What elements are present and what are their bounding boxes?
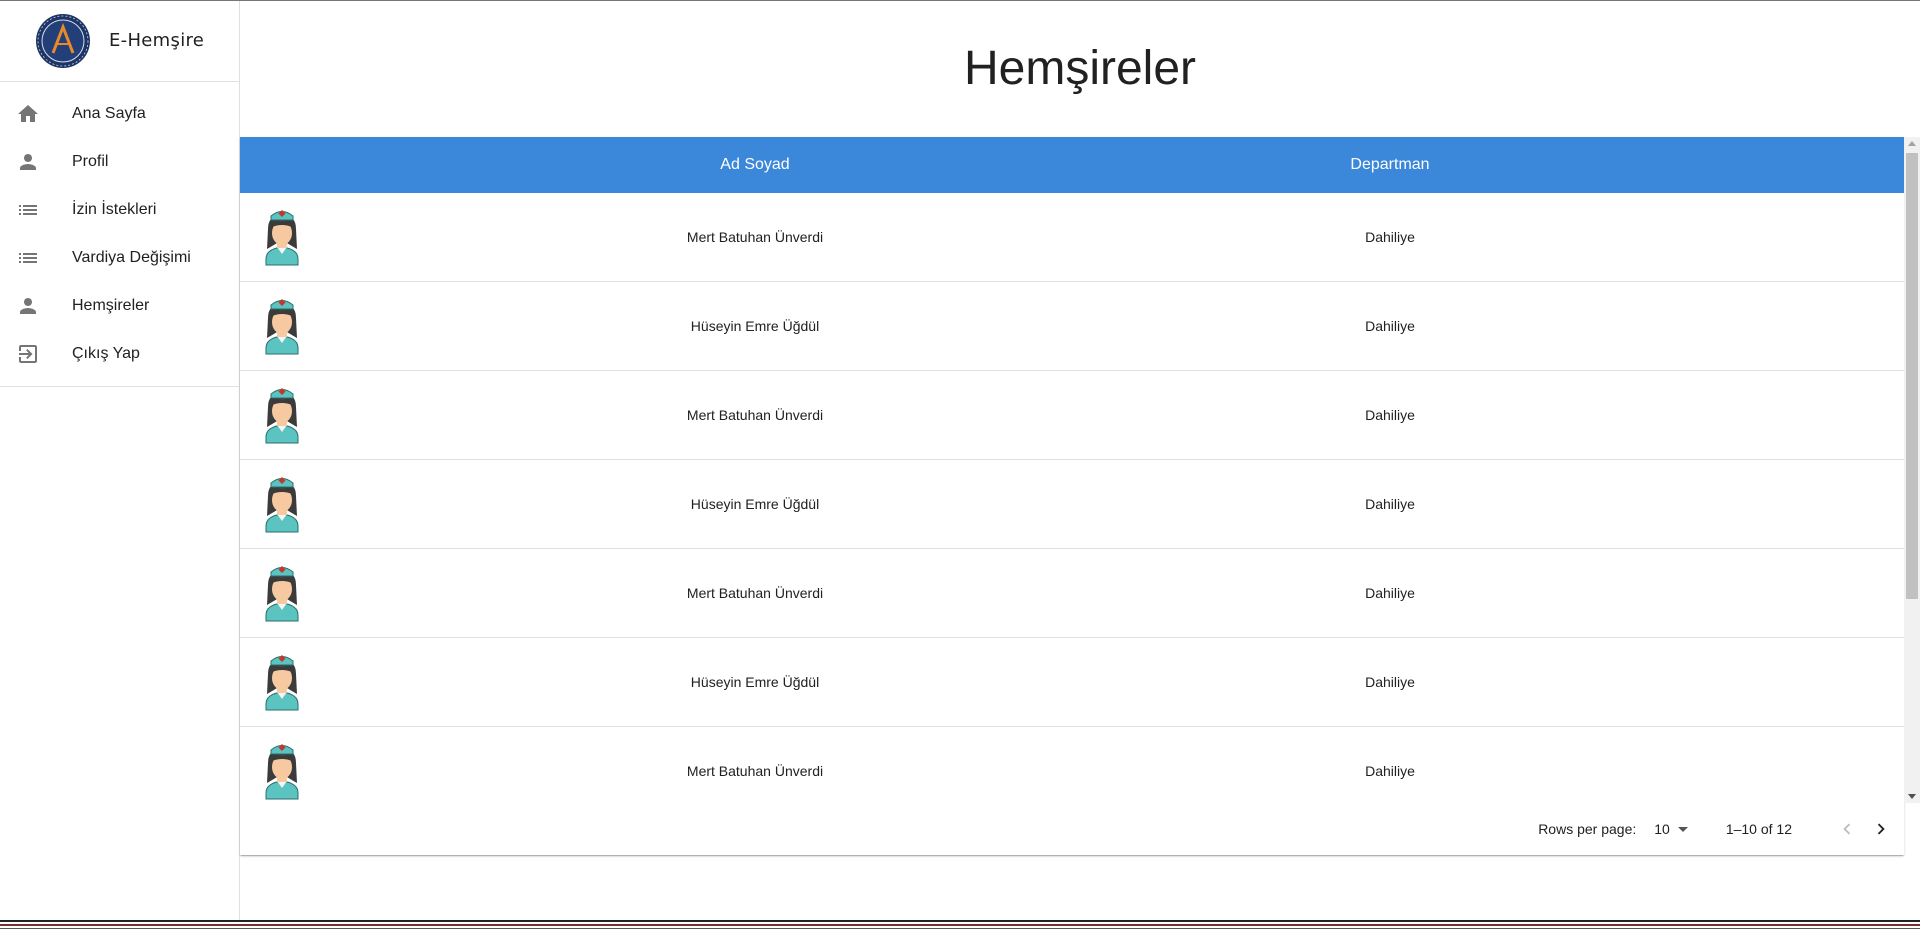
nurse-department: Dahiliye: [1365, 585, 1415, 601]
sidebar-item-izin-istekleri[interactable]: İzin İstekleri: [0, 186, 239, 234]
sidebar-item-cikis-yap[interactable]: Çıkış Yap: [0, 330, 239, 378]
avatar-cell: [240, 207, 324, 267]
app-title: E-Hemşire: [109, 30, 205, 51]
nurse-department: Dahiliye: [1365, 674, 1415, 690]
sidebar: E-Hemşire Ana Sayfa Profil İzin İstekler…: [0, 1, 240, 920]
header-name[interactable]: Ad Soyad: [324, 156, 1186, 174]
home-icon: [16, 102, 40, 126]
nurse-name: Hüseyin Emre Üğdül: [690, 674, 820, 690]
nurse-avatar-icon: [265, 387, 299, 444]
nurse-avatar-icon: [265, 298, 299, 355]
main-content: Hemşireler Ad Soyad Departman Mert Batuh…: [240, 1, 1920, 920]
sidebar-item-profil[interactable]: Profil: [0, 138, 239, 186]
nurse-name: Mert Batuhan Ünverdi: [686, 585, 824, 601]
scroll-down-arrow-icon[interactable]: [1908, 794, 1916, 799]
table-header: Ad Soyad Departman: [240, 137, 1904, 193]
sidebar-item-ana-sayfa[interactable]: Ana Sayfa: [0, 90, 239, 138]
nurse-department: Dahiliye: [1365, 318, 1415, 334]
university-logo: [36, 14, 90, 68]
nurse-name: Mert Batuhan Ünverdi: [686, 229, 824, 245]
nurse-department: Dahiliye: [1365, 407, 1415, 423]
chevron-right-icon: [1877, 823, 1885, 835]
person-icon: [16, 150, 40, 174]
nurse-avatar-icon: [265, 565, 299, 622]
sidebar-item-label: Hemşireler: [72, 297, 150, 314]
taskbar-edge: [0, 920, 1920, 922]
sidebar-nav: Ana Sayfa Profil İzin İstekleri Vardiya …: [0, 82, 239, 387]
page-title: Hemşireler: [963, 42, 1197, 95]
previous-page-button[interactable]: [1830, 812, 1864, 846]
sidebar-item-label: Ana Sayfa: [72, 105, 146, 122]
table-row[interactable]: Mert Batuhan Ünverdi Dahiliye: [240, 549, 1904, 638]
nurse-avatar-icon: [265, 476, 299, 533]
table-scrollbar[interactable]: [1904, 137, 1920, 803]
nurse-department: Dahiliye: [1365, 229, 1415, 245]
header-department[interactable]: Departman: [1186, 156, 1594, 174]
rows-per-page-value: 10: [1654, 821, 1670, 837]
list-icon: [16, 246, 40, 270]
table-row[interactable]: Mert Batuhan Ünverdi Dahiliye: [240, 727, 1904, 803]
avatar-cell: [240, 385, 324, 445]
scrollbar-thumb[interactable]: [1906, 153, 1918, 599]
rows-per-page-label: Rows per page:: [1538, 821, 1637, 837]
table-row[interactable]: Hüseyin Emre Üğdül Dahiliye: [240, 460, 1904, 549]
sidebar-item-label: Vardiya Değişimi: [72, 249, 191, 266]
taskbar-edge-lower: [0, 928, 1920, 929]
list-icon: [16, 198, 40, 222]
person-icon: [16, 294, 40, 318]
sidebar-item-label: Profil: [72, 153, 109, 170]
rows-per-page-select[interactable]: 10: [1654, 821, 1688, 837]
nurse-name: Hüseyin Emre Üğdül: [690, 496, 820, 512]
nurses-table: Ad Soyad Departman Mert Batuhan Ünverdi D…: [240, 137, 1920, 855]
exit-icon: [16, 342, 40, 366]
scroll-up-arrow-icon[interactable]: [1908, 141, 1916, 146]
nurse-department: Dahiliye: [1365, 763, 1415, 779]
table-row[interactable]: Hüseyin Emre Üğdül Dahiliye: [240, 282, 1904, 371]
sidebar-brand: E-Hemşire: [0, 1, 239, 82]
avatar-cell: [240, 563, 324, 623]
table-row[interactable]: Mert Batuhan Ünverdi Dahiliye: [240, 371, 1904, 460]
sidebar-item-label: Çıkış Yap: [72, 345, 140, 362]
page-range: 1–10 of 12: [1725, 821, 1792, 837]
table-row[interactable]: Hüseyin Emre Üğdül Dahiliye: [240, 638, 1904, 727]
avatar-cell: [240, 741, 324, 801]
nurse-name: Mert Batuhan Ünverdi: [686, 407, 824, 423]
chevron-left-icon: [1843, 823, 1851, 835]
avatar-cell: [240, 474, 324, 534]
nurse-avatar-icon: [265, 654, 299, 711]
sidebar-item-label: İzin İstekleri: [72, 201, 157, 218]
avatar-cell: [240, 296, 324, 356]
nurse-avatar-icon: [265, 209, 299, 266]
table-row[interactable]: Mert Batuhan Ünverdi Dahiliye: [240, 193, 1904, 282]
next-page-button[interactable]: [1864, 812, 1898, 846]
avatar-cell: [240, 652, 324, 712]
nurse-avatar-icon: [265, 743, 299, 800]
table-body: Mert Batuhan Ünverdi Dahiliye Hüseyin Emre…: [240, 193, 1904, 803]
sidebar-item-hemsireler[interactable]: Hemşireler: [0, 282, 239, 330]
nurse-name: Mert Batuhan Ünverdi: [686, 763, 824, 779]
table-scroll-area[interactable]: Ad Soyad Departman Mert Batuhan Ünverdi D…: [240, 137, 1904, 803]
nurse-department: Dahiliye: [1365, 496, 1415, 512]
table-pagination: Rows per page: 10 1–10 of 12: [240, 803, 1904, 855]
nurse-name: Hüseyin Emre Üğdül: [690, 318, 820, 334]
caret-down-icon: [1677, 826, 1688, 832]
taskbar-edge-accent: [0, 924, 1920, 926]
sidebar-item-vardiya-degisimi[interactable]: Vardiya Değişimi: [0, 234, 239, 282]
